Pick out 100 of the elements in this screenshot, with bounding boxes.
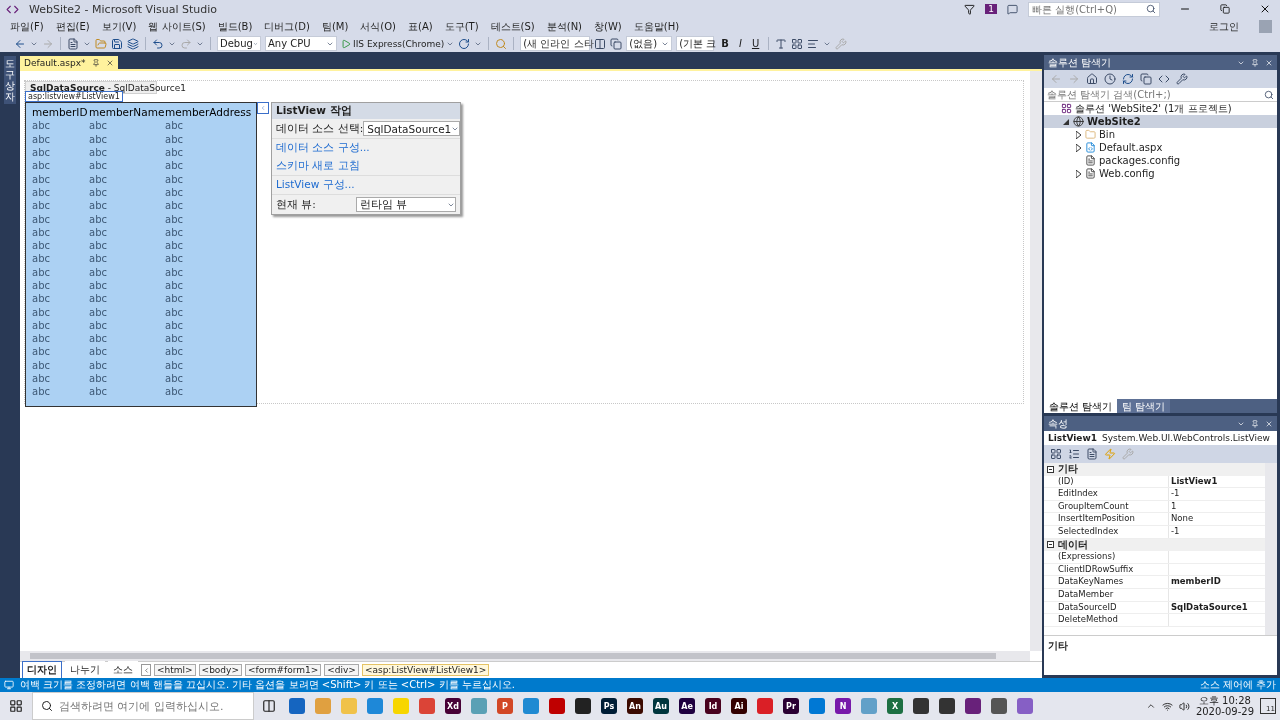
search-box[interactable]: 솔루션 탐색기 검색(Ctrl+;) (1044, 88, 1277, 102)
pin-icon[interactable] (1251, 419, 1259, 428)
menu-item[interactable]: 편집(E) (49, 19, 96, 34)
tree-item[interactable]: WebSite2 (1044, 115, 1277, 128)
menu-item[interactable]: 웹 사이트(S) (142, 19, 212, 34)
taskbar-search-field[interactable]: 검색하려면 여기에 입력하십시오. (59, 699, 245, 713)
menu-item[interactable]: 분석(N) (540, 19, 589, 34)
play-icon[interactable] (341, 38, 351, 49)
task-link[interactable]: 데이터 소스 구성... (272, 139, 460, 157)
quick-launch-box[interactable]: 빠른 실행(Ctrl+Q) (1028, 1, 1160, 17)
bold-button[interactable]: B (718, 38, 732, 49)
task-link[interactable]: ListView 구성... (272, 176, 460, 194)
app-icon[interactable]: An (627, 698, 643, 714)
wrench-icon[interactable] (1176, 73, 1188, 85)
app-icon[interactable]: Ae (679, 698, 695, 714)
history-icon[interactable] (1104, 73, 1116, 85)
app-icon[interactable] (575, 698, 591, 714)
app-icon[interactable]: X (887, 698, 903, 714)
configuration-dropdown[interactable]: Debug (217, 36, 261, 51)
refresh-icon[interactable] (1122, 73, 1134, 85)
toolbox-tab[interactable]: 도구 상자 (4, 56, 16, 104)
collapsed-arrow-icon[interactable] (1075, 130, 1081, 139)
app-icon[interactable] (913, 698, 929, 714)
font-color-icon[interactable] (775, 37, 788, 50)
tree-item[interactable]: 솔루션 'WebSite2' (1개 프로젝트) (1044, 102, 1277, 115)
breadcrumb-tag[interactable]: <form#form1> (244, 664, 322, 676)
app-icon[interactable]: N (835, 698, 851, 714)
restore-icon[interactable] (1220, 4, 1230, 14)
view-dropdown[interactable]: 런타임 뷰 (356, 197, 456, 212)
app-icon[interactable] (939, 698, 955, 714)
search-icon[interactable] (1146, 4, 1156, 14)
underline-button[interactable]: U (748, 38, 763, 49)
panel-tab[interactable]: 솔루션 탐색기 (1044, 399, 1118, 413)
menu-item[interactable]: 파일(F) (4, 19, 50, 34)
back-icon[interactable] (14, 37, 26, 50)
menu-item[interactable]: 도움말(H) (627, 19, 686, 34)
collapsed-arrow-icon[interactable] (1075, 169, 1081, 178)
task-view-icon[interactable] (262, 699, 276, 713)
app-icon[interactable] (991, 698, 1007, 714)
volume-icon[interactable] (1178, 700, 1190, 712)
font-size-dropdown[interactable]: (기본 크 (676, 36, 715, 51)
save-icon[interactable] (111, 37, 123, 50)
app-icon[interactable] (965, 698, 981, 714)
menu-item[interactable]: 테스트(S) (484, 19, 541, 34)
task-link[interactable]: 스키마 새로 고침 (272, 157, 460, 175)
italic-button[interactable]: I (736, 38, 745, 49)
clock[interactable]: 오후 10:28 2020-09-29 (1195, 695, 1254, 717)
tree-item[interactable]: Bin (1044, 128, 1277, 141)
sign-in-link[interactable]: 로그인 (1209, 19, 1239, 34)
collapse-icon[interactable] (1047, 465, 1054, 473)
run-button[interactable]: IIS Express(Chrome) (353, 38, 445, 49)
properties-icon[interactable] (1086, 448, 1098, 460)
home-icon[interactable] (1086, 73, 1098, 85)
browse-icon[interactable] (495, 37, 508, 50)
start-icon[interactable] (9, 699, 23, 713)
tree-item[interactable]: Web.config (1044, 167, 1277, 180)
menu-item[interactable]: 표(A) (402, 19, 439, 34)
smart-tag-button[interactable] (257, 102, 269, 114)
new-file-icon[interactable] (67, 37, 79, 50)
menu-item[interactable]: 팀(M) (315, 19, 355, 34)
position-icon[interactable] (610, 37, 623, 50)
breadcrumb-tag[interactable]: <div> (324, 664, 359, 676)
platform-dropdown[interactable]: Any CPU (265, 36, 337, 51)
app-icon[interactable]: Ps (601, 698, 617, 714)
save-all-icon[interactable] (127, 37, 139, 50)
document-tab[interactable]: Default.aspx* (20, 56, 118, 69)
app-icon[interactable]: Id (705, 698, 721, 714)
menu-item[interactable]: 창(W) (588, 19, 628, 34)
app-icon[interactable]: Au (653, 698, 669, 714)
breadcrumb-tag[interactable]: <asp:ListView#ListView1> (361, 664, 490, 676)
app-icon[interactable]: Ai (731, 698, 747, 714)
pin-icon[interactable] (91, 58, 100, 67)
breadcrumb-tag[interactable]: <body> (198, 664, 242, 676)
view-tab[interactable]: 디자인 (22, 661, 62, 679)
app-icon[interactable]: Xd (445, 698, 461, 714)
panel-tab[interactable]: 팀 탐색기 (1117, 399, 1171, 413)
search-icon[interactable] (41, 700, 53, 712)
app-icon[interactable]: P (497, 698, 513, 714)
collapse-icon[interactable] (1047, 541, 1054, 549)
menu-item[interactable]: 디버그(D) (258, 19, 316, 34)
undo-icon[interactable] (152, 37, 164, 50)
collapsed-arrow-icon[interactable] (1075, 143, 1081, 152)
refresh-icon[interactable] (458, 37, 471, 50)
sort-icon[interactable] (1068, 448, 1080, 460)
menu-item[interactable]: 도구(T) (438, 19, 485, 34)
data-source-dropdown[interactable]: SqlDataSource1 (363, 121, 461, 136)
expanded-arrow-icon[interactable] (1063, 118, 1069, 125)
source-control-button[interactable]: 소스 제어에 추가 (1199, 678, 1276, 692)
tree-item[interactable]: packages.config (1044, 154, 1277, 167)
category-header[interactable]: 기타 (1044, 463, 1265, 476)
menu-item[interactable]: 빌드(B) (211, 19, 259, 34)
feedback-icon[interactable] (1007, 3, 1018, 15)
tree-item[interactable]: Default.aspx (1044, 141, 1277, 154)
search-icon[interactable] (1264, 89, 1274, 100)
object-selector[interactable]: ListView1 System.Web.UI.WebControls.ListView (1044, 431, 1277, 445)
align-icon[interactable] (807, 37, 820, 50)
pin-icon[interactable] (1251, 58, 1259, 67)
network-icon[interactable] (1161, 700, 1173, 712)
taskbar-search-box[interactable]: 검색하려면 여기에 입력하십시오. (32, 692, 254, 720)
app-icon[interactable]: Pr (783, 698, 799, 714)
